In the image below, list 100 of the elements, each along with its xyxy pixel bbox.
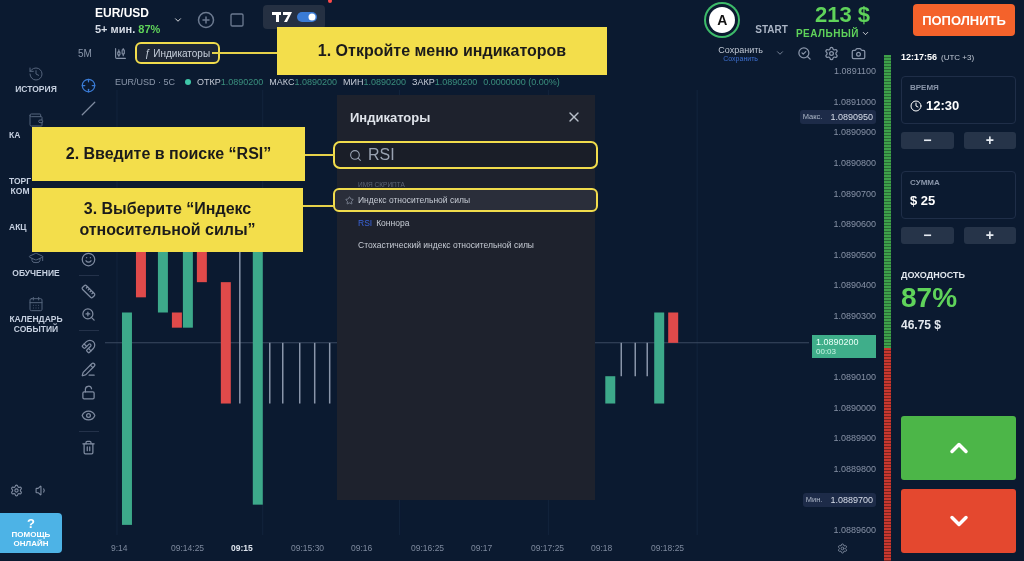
- decrease-button[interactable]: −: [901, 132, 954, 149]
- indicator-name: RSI: [358, 218, 373, 228]
- time-label: 09:16:25: [411, 543, 446, 553]
- callout-note: 3. Выберите “Индекс относительной силы”: [32, 188, 303, 252]
- toggle-switch[interactable]: [296, 12, 317, 22]
- current-price: 1.0890200 00:03: [812, 335, 876, 359]
- candle: [196, 251, 207, 283]
- settings-icon[interactable]: [10, 484, 23, 497]
- price-label: 1.0890400: [833, 280, 876, 291]
- account-type[interactable]: РЕАЛЬНЫЙ: [795, 27, 859, 39]
- price-label: 1.0890700: [833, 188, 876, 199]
- price-label: 1.0891100: [834, 66, 876, 77]
- chart-logo[interactable]: [271, 12, 292, 22]
- candle: [668, 312, 679, 343]
- settings-icon[interactable]: [824, 45, 839, 61]
- payout-label: ДОХОДНОСТЬ: [901, 270, 966, 280]
- price-label: 1.0890900: [833, 127, 876, 138]
- leader-line: [305, 154, 335, 156]
- sidebar-item[interactable]: КАЛЕНДАРЬ СОБЫТИЙ: [9, 314, 63, 335]
- candles-icon[interactable]: [113, 46, 127, 60]
- asset-name[interactable]: EUR/USD: [95, 5, 173, 20]
- zoom-in-icon[interactable]: [81, 307, 96, 322]
- sidebar-item[interactable]: ОБУЧЕНИЕ: [12, 268, 60, 279]
- ohlc-value: МИН1.0890200: [343, 77, 407, 87]
- search-field[interactable]: RSI: [333, 141, 598, 169]
- price-change: 0.0000000 (0.00%): [483, 77, 560, 87]
- ohlc-value: ОТКР1.0890200: [197, 77, 264, 87]
- settings-icon[interactable]: [837, 542, 848, 554]
- caret-icon[interactable]: [173, 15, 183, 25]
- indicator-name: Индекс относительной силы: [358, 195, 470, 205]
- account-level: START: [755, 23, 788, 35]
- eye-icon[interactable]: [81, 408, 96, 423]
- indicator-item[interactable]: Стохастический индекс относительной силы: [350, 234, 582, 256]
- callout-note: 2. Введите в поиске “RSI”: [32, 127, 305, 181]
- lock-icon[interactable]: [81, 385, 96, 400]
- speaker-icon[interactable]: [35, 484, 48, 497]
- smiley-icon[interactable]: [81, 252, 96, 267]
- time-label: 09:16: [351, 543, 374, 553]
- sidebar-item[interactable]: ИСТОРИЯ: [15, 84, 57, 95]
- increase-button[interactable]: +: [963, 132, 1016, 149]
- line-icon[interactable]: [81, 101, 96, 116]
- timeframe-selector[interactable]: 5M: [78, 47, 92, 59]
- callout-note: 1. Откройте меню индикаторов: [277, 27, 607, 75]
- price-label: 1.0890300: [833, 311, 876, 322]
- price-label: 1.0890600: [833, 219, 876, 230]
- asset-duration: 5+ мин. 87%: [95, 22, 162, 35]
- search-icon: [349, 148, 362, 162]
- time-label: 09:14:25: [171, 543, 206, 553]
- wallet-icon[interactable]: [28, 112, 44, 128]
- time-label: 09:17:25: [531, 543, 566, 553]
- increase-button[interactable]: +: [963, 227, 1016, 244]
- pencil-icon[interactable]: [81, 362, 96, 377]
- account-balance: 213 $: [814, 1, 870, 27]
- status-dot: [185, 79, 191, 85]
- clock-icon: [910, 99, 922, 112]
- save-button[interactable]: Сохранить: [718, 44, 763, 55]
- window-icon[interactable]: [229, 12, 245, 28]
- candle: [135, 251, 146, 298]
- leader-line: [303, 205, 335, 207]
- indicator-name: Коннора: [376, 218, 410, 228]
- candle: [157, 251, 168, 313]
- dialog-title: Индикаторы: [350, 109, 431, 125]
- price-label: 1.0890000: [833, 402, 876, 413]
- ohlc-value: МАКС1.0890200: [269, 77, 337, 87]
- magnet-icon[interactable]: [81, 339, 96, 354]
- crosshair-icon[interactable]: [81, 78, 96, 93]
- indicator-item[interactable]: Индекс относительной силы: [333, 188, 598, 212]
- time-label: 09:15: [231, 543, 254, 553]
- sidebar-item[interactable]: АКЦ: [9, 222, 27, 233]
- time-label: 9:14: [111, 543, 129, 553]
- zoom-icon[interactable]: [797, 45, 812, 61]
- price-label: 1.0891000: [833, 96, 876, 107]
- candle: [605, 376, 616, 404]
- amount-field[interactable]: СУММА $ 25: [901, 171, 1016, 219]
- price-label: 1.0890800: [833, 158, 876, 169]
- star-icon[interactable]: [345, 195, 354, 205]
- ruler-icon[interactable]: [81, 284, 96, 299]
- decrease-button[interactable]: −: [901, 227, 954, 244]
- add-icon[interactable]: [197, 11, 215, 29]
- doji-candle: [298, 342, 301, 405]
- trash-icon[interactable]: [81, 440, 96, 455]
- time-label: 09:17: [471, 543, 494, 553]
- graduation-cap-icon[interactable]: [28, 250, 44, 266]
- timezone: (UTC +3): [941, 53, 975, 62]
- leader-line: [212, 52, 277, 54]
- ohlc-value: ЗАКР1.0890200: [412, 77, 478, 87]
- chart-symbol: EUR/USD · 5C: [115, 77, 175, 87]
- time-field[interactable]: ВРЕМЯ 12:30: [901, 76, 1016, 124]
- sidebar-item[interactable]: ТОРГ КОМ: [9, 176, 32, 197]
- camera-icon[interactable]: [851, 45, 866, 61]
- time-label: 09:18: [591, 543, 614, 553]
- sidebar-item[interactable]: КА: [9, 130, 21, 141]
- price-label: 1.0889800: [833, 464, 876, 474]
- doji-candle: [313, 342, 316, 405]
- indicator-item[interactable]: RSI Коннора: [350, 212, 582, 234]
- indicator-name: Стохастический индекс относительной силы: [358, 240, 534, 250]
- indicators-button[interactable]: ƒ Индикаторы: [134, 42, 221, 64]
- price-label: 1.0889600: [833, 525, 876, 536]
- payout-percent: 87%: [901, 282, 959, 314]
- calendar-icon[interactable]: [28, 296, 44, 312]
